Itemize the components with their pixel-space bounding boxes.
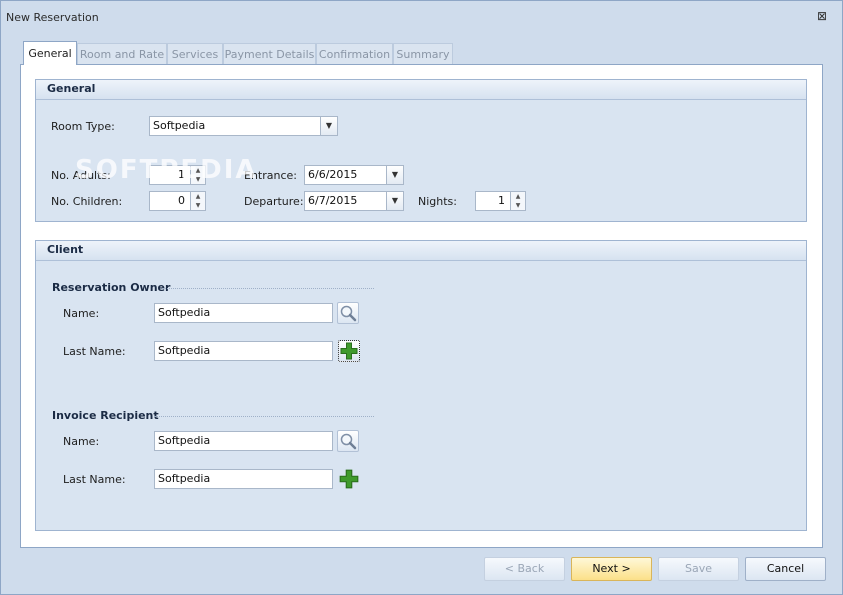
nights-label: Nights: <box>418 195 457 208</box>
green-plus-icon <box>339 469 359 489</box>
nights-value: 1 <box>498 194 505 207</box>
tab-summary[interactable]: Summary <box>393 43 453 64</box>
divider <box>162 288 374 289</box>
invoice-search-button[interactable] <box>337 430 359 452</box>
nights-spinner[interactable]: 1 ▲ ▼ <box>475 191 526 211</box>
next-button[interactable]: Next > <box>571 557 652 581</box>
entrance-date-picker[interactable]: 6/6/2015 ▼ <box>304 165 404 185</box>
watermark: SOFTPEDIA <box>75 155 258 185</box>
tab-services[interactable]: Services <box>167 43 223 64</box>
owner-name-value: Softpedia <box>158 306 211 319</box>
tab-general[interactable]: General <box>23 41 77 65</box>
window-title: New Reservation <box>6 11 99 24</box>
title-bar <box>0 0 843 34</box>
owner-lastname-field[interactable]: Softpedia <box>154 341 333 361</box>
group-title: General <box>47 82 96 95</box>
invoice-name-field[interactable]: Softpedia <box>154 431 333 451</box>
magnifier-icon <box>340 433 357 450</box>
group-header <box>36 80 806 100</box>
group-header <box>36 241 806 261</box>
room-type-value: Softpedia <box>153 119 206 132</box>
cancel-button[interactable]: Cancel <box>745 557 826 581</box>
owner-add-button[interactable] <box>338 340 360 362</box>
save-button[interactable]: Save <box>658 557 739 581</box>
divider <box>154 416 374 417</box>
children-label: No. Children: <box>51 195 123 208</box>
green-plus-icon <box>340 342 358 360</box>
invoice-lastname-field[interactable]: Softpedia <box>154 469 333 489</box>
chevron-down-icon[interactable]: ▼ <box>386 192 403 210</box>
tab-label: Summary <box>396 48 450 61</box>
owner-name-field[interactable]: Softpedia <box>154 303 333 323</box>
invoice-name-value: Softpedia <box>158 434 211 447</box>
reservation-owner-heading: Reservation Owner <box>52 281 171 294</box>
chevron-down-icon[interactable]: ▼ <box>386 166 403 184</box>
tab-label: Room and Rate <box>79 48 165 61</box>
departure-label: Departure: <box>244 195 304 208</box>
tab-confirmation[interactable]: Confirmation <box>316 43 393 64</box>
room-type-select[interactable]: Softpedia ▼ <box>149 116 338 136</box>
chevron-down-icon[interactable]: ▼ <box>320 117 337 135</box>
room-type-label: Room Type: <box>51 120 115 133</box>
close-icon[interactable]: ⊠ <box>815 9 829 23</box>
tab-label: Confirmation <box>318 48 391 61</box>
departure-value: 6/7/2015 <box>308 194 358 207</box>
departure-date-picker[interactable]: 6/7/2015 ▼ <box>304 191 404 211</box>
invoice-name-label: Name: <box>63 435 100 448</box>
children-spinner[interactable]: 0 ▲ ▼ <box>149 191 206 211</box>
back-button[interactable]: < Back <box>484 557 565 581</box>
owner-search-button[interactable] <box>337 302 359 324</box>
invoice-add-button[interactable] <box>338 468 360 490</box>
entrance-value: 6/6/2015 <box>308 168 358 181</box>
invoice-recipient-heading: Invoice Recipient <box>52 409 159 422</box>
tab-label: Services <box>171 48 219 61</box>
general-group: General Room Type: Softpedia ▼ No. Adult… <box>35 79 807 222</box>
spinner-arrows-icon[interactable]: ▲ ▼ <box>510 192 525 210</box>
children-value: 0 <box>178 194 185 207</box>
client-group: Client Reservation Owner Name: Softpedia… <box>35 240 807 531</box>
owner-lastname-label: Last Name: <box>63 345 126 358</box>
group-title: Client <box>47 243 84 256</box>
invoice-lastname-value: Softpedia <box>158 472 211 485</box>
tab-payment-details[interactable]: Payment Details <box>223 43 316 64</box>
invoice-lastname-label: Last Name: <box>63 473 126 486</box>
owner-lastname-value: Softpedia <box>158 344 211 357</box>
tab-room-and-rate[interactable]: Room and Rate <box>77 43 167 64</box>
owner-name-label: Name: <box>63 307 100 320</box>
spinner-arrows-icon[interactable]: ▲ ▼ <box>190 192 205 210</box>
tab-label: Payment Details <box>224 48 315 61</box>
tab-label: General <box>28 47 72 60</box>
magnifier-icon <box>340 305 357 322</box>
